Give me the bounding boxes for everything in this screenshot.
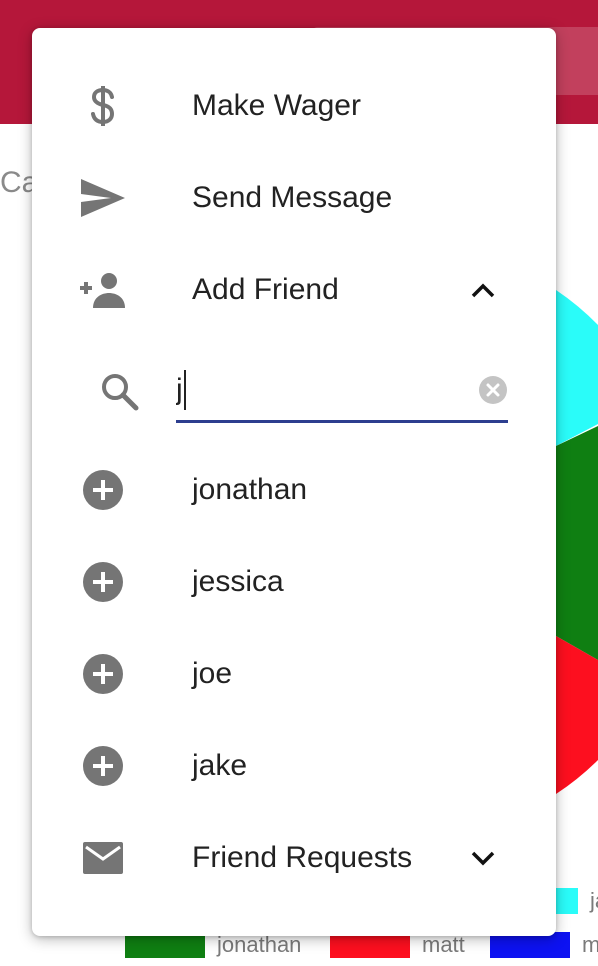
text-caret [184, 370, 186, 410]
menu-item-send-message[interactable]: Send Message [32, 152, 556, 244]
add-circle-icon[interactable] [80, 561, 126, 603]
search-result-label: jessica [192, 565, 284, 598]
menu-item-label: Make Wager [192, 89, 361, 122]
chevron-up-icon[interactable] [468, 275, 498, 305]
menu-item-label: Friend Requests [192, 841, 413, 874]
search-result-label: jake [192, 749, 248, 782]
clear-search-icon[interactable] [478, 375, 508, 405]
mail-icon [80, 837, 126, 879]
search-result-label: jonathan [192, 473, 308, 506]
search-result-label: joe [192, 657, 233, 690]
legend-label-ja: ja [590, 888, 598, 913]
legend-label-m: m [582, 932, 598, 957]
add-circle-icon[interactable] [80, 469, 126, 511]
friend-search-field[interactable] [176, 364, 508, 423]
add-circle-icon[interactable] [80, 653, 126, 695]
search-result-jonathan[interactable]: jonathan [32, 444, 556, 536]
menu-item-friend-requests[interactable]: Friend Requests [32, 812, 556, 904]
friend-search [32, 346, 556, 438]
chevron-down-icon[interactable] [468, 843, 498, 873]
search-result-joe[interactable]: joe [32, 628, 556, 720]
search-result-jessica[interactable]: jessica [32, 536, 556, 628]
person-add-icon [80, 269, 126, 311]
friend-search-input[interactable] [176, 370, 466, 410]
pie-slice-red [556, 636, 598, 794]
pie-slice-green [556, 426, 598, 660]
menu-item-add-friend[interactable]: Add Friend [32, 244, 556, 336]
send-icon [80, 177, 126, 219]
menu-item-make-wager[interactable]: Make Wager [32, 60, 556, 152]
search-result-jake[interactable]: jake [32, 720, 556, 812]
menu-item-label: Send Message [192, 181, 393, 214]
dollar-icon [80, 85, 126, 127]
pie-slice-cyan [556, 290, 598, 446]
add-circle-icon[interactable] [80, 745, 126, 787]
action-menu: Make Wager Send Message Add Friend j jon… [32, 28, 556, 936]
search-icon [102, 374, 139, 411]
menu-item-label: Add Friend [192, 273, 339, 306]
